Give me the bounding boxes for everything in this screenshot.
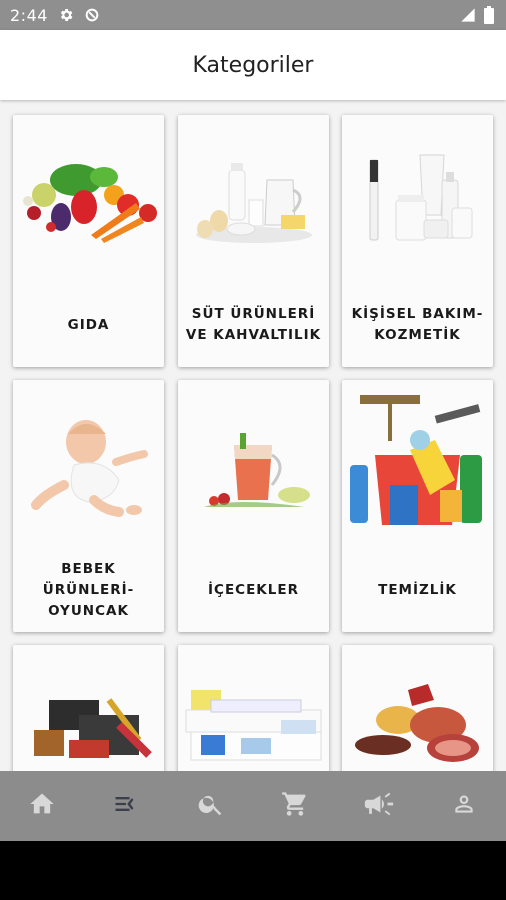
settings-status-icon <box>58 7 74 23</box>
home-icon <box>28 790 56 822</box>
app-header: Kategoriler <box>0 30 506 100</box>
category-card-kagit-urunleri[interactable] <box>178 645 329 771</box>
data-saver-status-icon <box>84 7 100 23</box>
nav-profile-button[interactable] <box>434 776 494 836</box>
category-card-et-urunleri[interactable] <box>342 645 493 771</box>
category-card-sut-urunleri[interactable]: SÜT ÜRÜNLERİ VE KAHVALTILIK <box>178 115 329 367</box>
paper-products-image <box>178 670 329 771</box>
category-label: GIDA <box>67 316 110 333</box>
search-icon <box>197 790 225 822</box>
battery-icon <box>484 6 494 28</box>
dairy-image <box>178 145 329 255</box>
megaphone-icon <box>362 787 396 825</box>
category-card-icecekler[interactable]: İÇECEKLER <box>178 380 329 632</box>
cart-icon <box>281 790 309 822</box>
bottom-navigation <box>0 771 506 841</box>
category-card-bebek-urunleri[interactable]: BEBEK ÜRÜNLERİ-OYUNCAK <box>13 380 164 632</box>
nav-categories-button[interactable] <box>96 776 156 836</box>
status-bar: 2:44 <box>0 0 506 30</box>
cosmetics-image <box>342 145 493 255</box>
category-card-kisisel-bakim[interactable]: KİŞİSEL BAKIM-KOZMETİK <box>342 115 493 367</box>
category-label: İÇECEKLER <box>208 581 299 598</box>
meat-image <box>342 670 493 771</box>
category-label: BEBEK ÜRÜNLERİ-OYUNCAK <box>42 560 135 619</box>
drinks-image <box>178 410 329 520</box>
category-grid: GIDA SÜT ÜRÜNLERİ VE KAHVALTILIK KİŞİSEL… <box>0 100 506 771</box>
nav-campaigns-button[interactable] <box>349 776 409 836</box>
vegetables-image <box>13 145 164 255</box>
profile-icon <box>451 791 477 821</box>
nav-cart-button[interactable] <box>265 776 325 836</box>
cleaning-image <box>342 395 493 525</box>
category-card-temizlik[interactable]: TEMİZLİK <box>342 380 493 632</box>
category-label: KİŞİSEL BAKIM-KOZMETİK <box>351 306 484 343</box>
tools-image <box>13 670 164 771</box>
status-time: 2:44 <box>10 5 48 25</box>
nav-home-button[interactable] <box>12 776 72 836</box>
category-label: TEMİZLİK <box>378 581 457 598</box>
system-navigation-bar <box>0 841 506 900</box>
category-label: SÜT ÜRÜNLERİ VE KAHVALTILIK <box>185 306 322 343</box>
signal-icon <box>460 7 476 27</box>
category-list-icon <box>112 790 140 822</box>
page-title: Kategoriler <box>192 52 314 78</box>
nav-search-button[interactable] <box>181 776 241 836</box>
category-card-gida[interactable]: GIDA <box>13 115 164 367</box>
category-card-hirdavat[interactable] <box>13 645 164 771</box>
baby-image <box>13 410 164 520</box>
